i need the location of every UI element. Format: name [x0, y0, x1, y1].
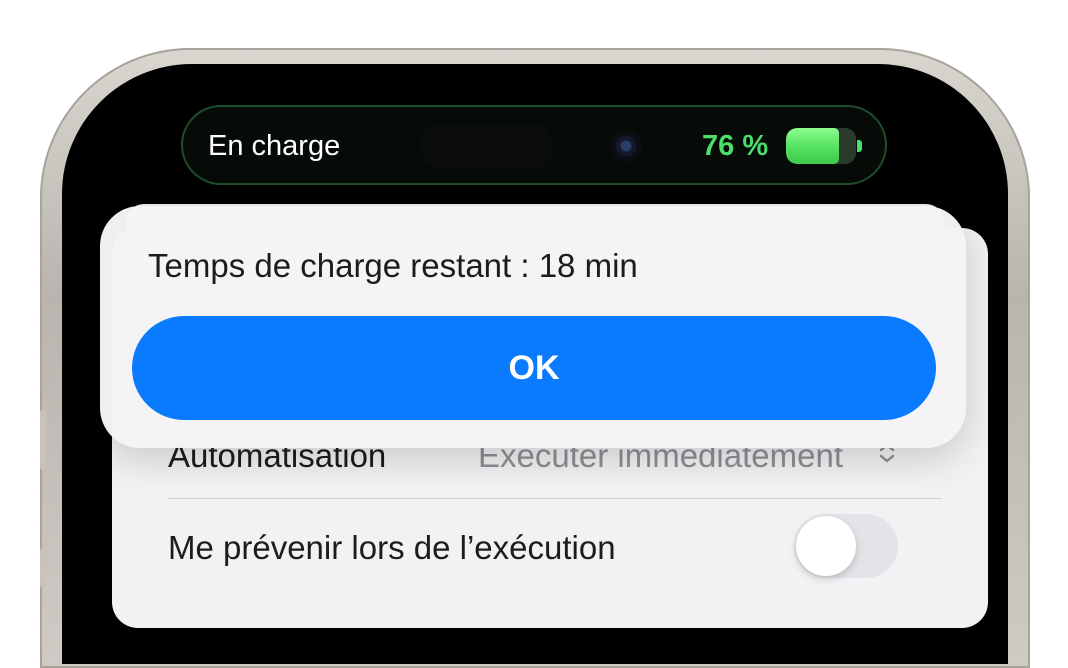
- battery-tip: [857, 140, 862, 152]
- charging-label: En charge: [208, 130, 341, 162]
- battery-body: [786, 128, 856, 164]
- alert-message: Temps de charge restant : 18 min: [148, 247, 638, 284]
- battery-icon: [786, 128, 862, 164]
- side-button: [40, 548, 46, 588]
- volume-button: [40, 410, 46, 470]
- camera-icon: [610, 130, 642, 162]
- notify-label: Me prévenir lors de l’exécution: [168, 529, 616, 566]
- battery-fill: [786, 128, 840, 164]
- notify-toggle[interactable]: [794, 514, 898, 578]
- battery-percentage: 76 %: [702, 130, 769, 162]
- row-divider: [168, 498, 942, 499]
- toggle-knob: [796, 516, 856, 576]
- ok-button[interactable]: OK: [132, 316, 936, 420]
- island-sensor-cutout: [420, 124, 554, 168]
